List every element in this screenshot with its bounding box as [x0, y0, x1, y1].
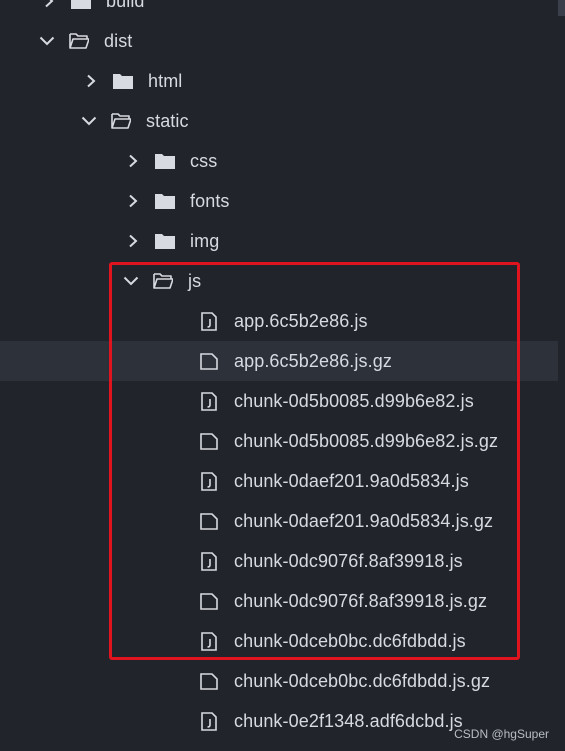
file-icon [200, 431, 218, 451]
tree-item-label: static [146, 110, 189, 131]
scrollbar-thumb[interactable] [558, 0, 565, 16]
chevron-right-icon[interactable] [124, 232, 142, 250]
chevron-down-icon[interactable] [80, 112, 98, 130]
tree-item-file[interactable]: chunk-0d5b0085.d99b6e82.js.gz [0, 421, 558, 461]
file-name: chunk-0dceb0bc.dc6fdbdd.js.gz [234, 670, 491, 691]
tree-item-file[interactable]: chunk-0dceb0bc.dc6fdbdd.js [0, 621, 558, 661]
tree-item-file[interactable]: app.6c5b2e86.js [0, 301, 558, 341]
chevron-down-icon[interactable] [122, 272, 140, 290]
file-name: chunk-0daef201.9a0d5834.js.gz [234, 510, 494, 531]
file-icon [200, 511, 218, 531]
file-icon [200, 591, 218, 611]
tree-item-file[interactable]: chunk-0d5b0085.d99b6e82.js [0, 381, 558, 421]
file-name: chunk-0d5b0085.d99b6e82.js [234, 390, 474, 411]
js-file-icon [200, 391, 218, 411]
js-file-icon [200, 631, 218, 651]
file-name: chunk-0d5b0085.d99b6e82.js.gz [234, 430, 499, 451]
folder-icon [154, 192, 176, 210]
chevron-right-icon[interactable] [82, 72, 100, 90]
tree-item-img[interactable]: img [0, 221, 558, 261]
tree-item-static[interactable]: static [0, 101, 558, 141]
tree-item-dist[interactable]: dist [0, 21, 558, 61]
file-icon [200, 671, 218, 691]
tree-item-file[interactable]: chunk-0dceb0bc.dc6fdbdd.js.gz [0, 661, 558, 701]
folder-icon [154, 232, 176, 250]
tree-item-label: img [190, 230, 220, 251]
watermark: CSDN @hgSuper [454, 727, 549, 741]
chevron-right-icon[interactable] [40, 0, 58, 10]
file-name: chunk-0daef201.9a0d5834.js [234, 470, 469, 491]
tree-item-file[interactable]: chunk-0dc9076f.8af39918.js [0, 541, 558, 581]
file-name: chunk-0dc9076f.8af39918.js.gz [234, 590, 488, 611]
folder-icon [112, 72, 134, 90]
chevron-down-icon[interactable] [38, 32, 56, 50]
tree-item-label: build [106, 0, 145, 11]
tree-item-label: dist [104, 30, 133, 51]
tree-item-file[interactable]: chunk-0dc9076f.8af39918.js.gz [0, 581, 558, 621]
tree-item-label: fonts [190, 190, 230, 211]
tree-item-css[interactable]: css [0, 141, 558, 181]
tree-item-file[interactable]: chunk-0daef201.9a0d5834.js [0, 461, 558, 501]
chevron-right-icon[interactable] [124, 192, 142, 210]
folder-open-icon [68, 32, 90, 50]
file-name: chunk-0dc9076f.8af39918.js [234, 550, 463, 571]
folder-open-icon [152, 272, 174, 290]
tree-item-fonts[interactable]: fonts [0, 181, 558, 221]
js-file-icon [200, 311, 218, 331]
tree-item-js[interactable]: js [0, 261, 558, 301]
tree-item-file[interactable]: app.6c5b2e86.js.gz [0, 341, 558, 381]
file-name: chunk-0dceb0bc.dc6fdbdd.js [234, 630, 466, 651]
folder-icon [154, 152, 176, 170]
chevron-right-icon[interactable] [124, 152, 142, 170]
tree-item-label: js [188, 270, 202, 291]
js-file-icon [200, 471, 218, 491]
file-icon [200, 351, 218, 371]
tree-item-file[interactable]: chunk-0daef201.9a0d5834.js.gz [0, 501, 558, 541]
file-name: app.6c5b2e86.js.gz [234, 350, 392, 371]
file-name: chunk-0e2f1348.adf6dcbd.js [234, 710, 463, 731]
folder-icon [70, 0, 92, 10]
tree-item-build[interactable]: build [0, 0, 558, 21]
folder-open-icon [110, 112, 132, 130]
js-file-icon [200, 551, 218, 571]
tree-item-label: css [190, 150, 218, 171]
tree-item-html[interactable]: html [0, 61, 558, 101]
file-name: app.6c5b2e86.js [234, 310, 368, 331]
tree-item-label: html [148, 70, 183, 91]
js-file-icon [200, 711, 218, 731]
